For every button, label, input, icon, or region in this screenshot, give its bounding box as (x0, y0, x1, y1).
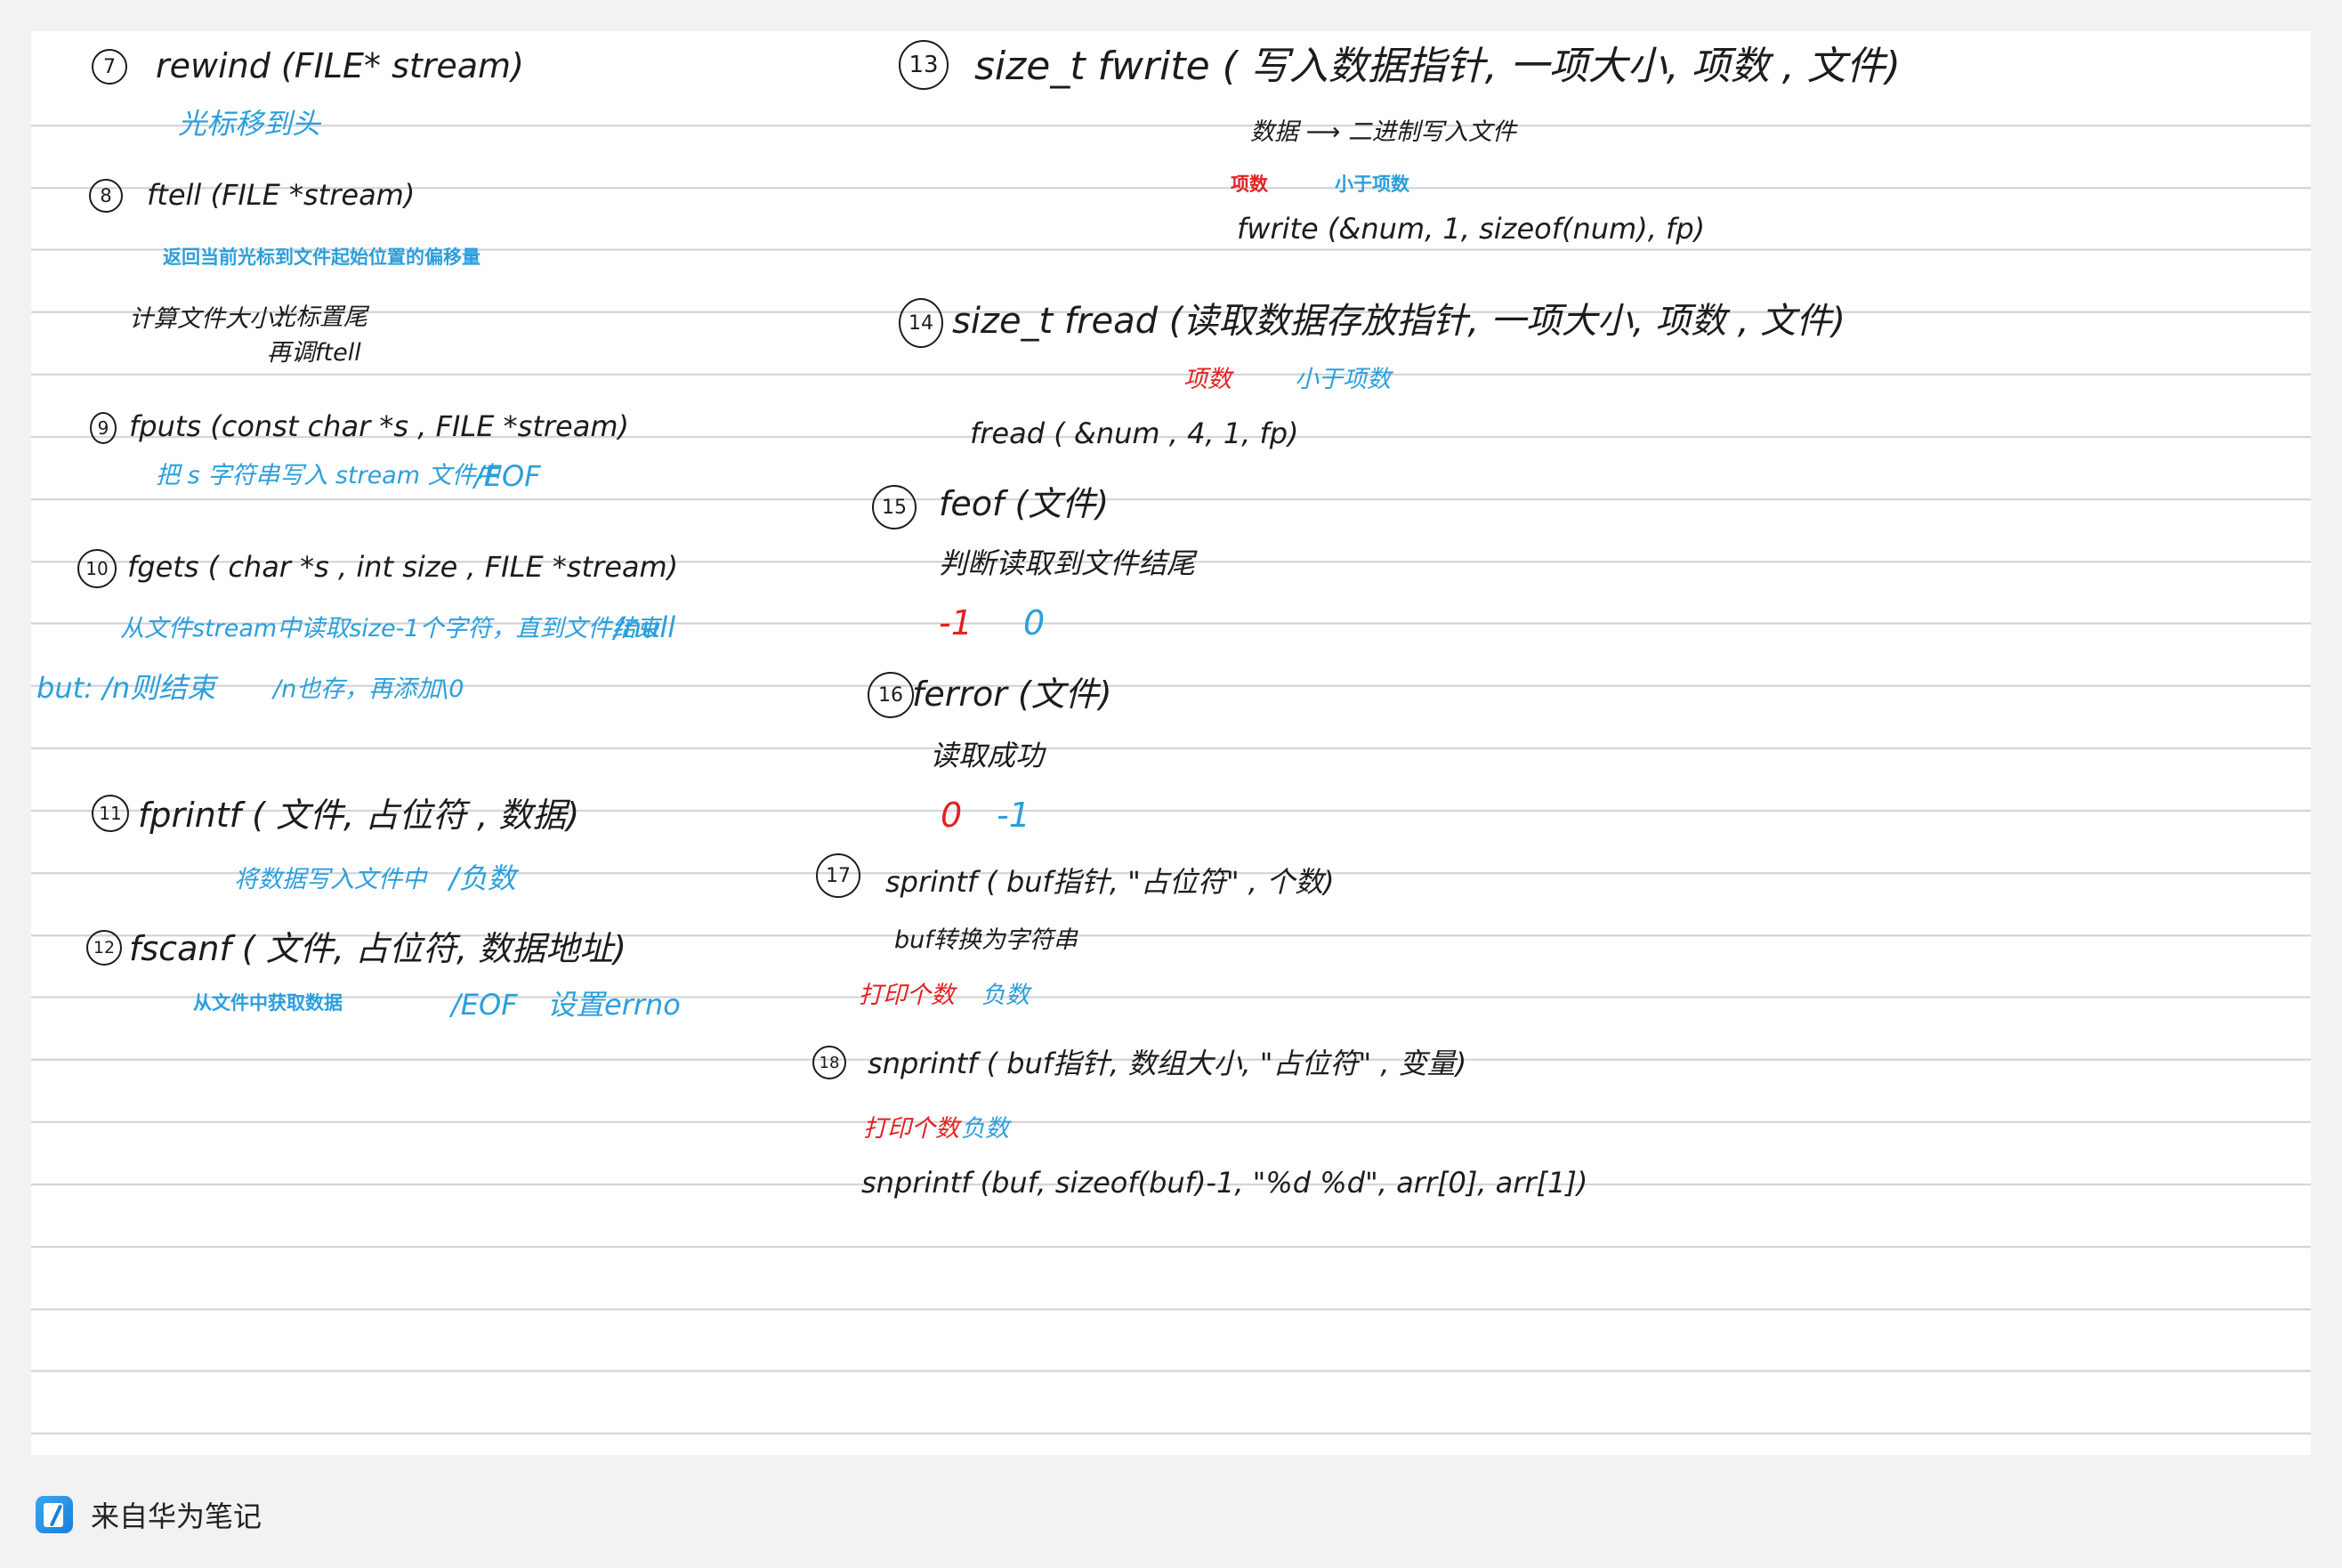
fwrite-example: fwrite (&num, 1, sizeof(num), fp) (1237, 212, 1706, 246)
feof-signature: feof (文件) (939, 484, 1110, 523)
footer-source-label: 来自华为笔记 (91, 1499, 262, 1533)
fprintf-error-return: /负数 (449, 861, 516, 895)
rewind-signature: rewind (FILE* stream) (156, 46, 524, 85)
item-number-9: 9 (90, 412, 117, 444)
sprintf-return-negative: 负数 (981, 982, 1030, 1009)
fscanf-signature: fscanf ( 文件, 占位符, 数据地址) (129, 929, 626, 968)
fwrite-return-count: 项数 (1231, 174, 1268, 195)
snprintf-return-count: 打印个数 (863, 1115, 959, 1143)
sprintf-return-count: 打印个数 (859, 982, 955, 1009)
fscanf-description: 从文件中获取数据 (193, 992, 343, 1014)
fputs-error-return: /EOF (474, 459, 541, 493)
ferror-signature: ferror (文件) (912, 675, 1112, 714)
item-number-12: 12 (86, 930, 122, 966)
ftell-description: 返回当前光标到文件起始位置的偏移量 (163, 247, 481, 268)
item-number-11: 11 (92, 795, 129, 832)
note-page: 7 rewind (FILE* stream) 光标移到头 8 ftell (F… (31, 31, 2311, 1455)
item-number-18: 18 (812, 1046, 846, 1079)
file-size-step-2: 再调ftell (267, 339, 361, 367)
item-number-13: 13 (899, 40, 949, 90)
ftell-signature: ftell (FILE *stream) (147, 178, 416, 212)
feof-description: 判断读取到文件结尾 (939, 546, 1196, 580)
rewind-description: 光标移到头 (178, 107, 321, 141)
fscanf-errno-note: 设置errno (547, 988, 681, 1022)
fwrite-return-less: 小于项数 (1335, 174, 1409, 195)
item-number-10: 10 (77, 549, 117, 588)
fgets-null-return: /null (614, 610, 676, 644)
file-size-step-1: 光标置尾 (271, 303, 367, 331)
item-number-16: 16 (868, 672, 914, 718)
fprintf-description: 将数据写入文件中 (234, 866, 426, 893)
fgets-description: 从文件stream中读取size-1个字符，直到文件结束 (120, 615, 660, 643)
item-number-8: 8 (89, 179, 123, 213)
fputs-description: 把 s 字符串写入 stream 文件中 (156, 462, 500, 489)
snprintf-return-negative: 负数 (961, 1115, 1009, 1143)
notes-app-icon (36, 1496, 73, 1533)
fwrite-signature: size_t fwrite ( 写入数据指针, 一项大小, 项数 , 文件) (974, 44, 1901, 89)
item-number-17: 17 (816, 853, 860, 898)
fprintf-signature: fprintf ( 文件, 占位符 , 数据) (138, 796, 580, 835)
footer: 来自华为笔记 (36, 1495, 262, 1534)
snprintf-signature: snprintf ( buf指针, 数组大小, "占位符" , 变量) (868, 1047, 1467, 1080)
item-number-15: 15 (872, 485, 917, 529)
fwrite-description: 数据 ⟶ 二进制写入文件 (1250, 118, 1516, 146)
feof-return-false: 0 (1023, 603, 1046, 643)
sprintf-description: buf转换为字符串 (894, 926, 1078, 954)
ferror-return-error: -1 (997, 796, 1030, 835)
fread-return-count: 项数 (1183, 366, 1232, 393)
sprintf-signature: sprintf ( buf指针, "占位符" , 个数) (885, 865, 1335, 899)
fputs-signature: fputs (const char *s , FILE *stream) (129, 409, 629, 443)
item-number-14: 14 (899, 298, 943, 348)
fscanf-eof-return: /EOF (451, 988, 518, 1022)
fgets-but-note: but: /n则结束 (36, 671, 216, 705)
snprintf-example: snprintf (buf, sizeof(buf)-1, "%d %d", a… (861, 1166, 1588, 1200)
fgets-newline-note: /n也存，再添加\0 (273, 675, 464, 703)
feof-return-true: -1 (939, 603, 973, 643)
fread-example: fread ( &num , 4, 1, fp) (970, 416, 1299, 450)
fread-signature: size_t fread (读取数据存放指针, 一项大小, 项数 , 文件) (952, 301, 1845, 342)
ferror-return-success: 0 (941, 796, 963, 835)
fread-return-less: 小于项数 (1295, 366, 1391, 393)
item-number-7: 7 (92, 49, 127, 85)
ferror-description: 读取成功 (930, 739, 1045, 772)
fgets-signature: fgets ( char *s , int size , FILE *strea… (127, 550, 679, 584)
